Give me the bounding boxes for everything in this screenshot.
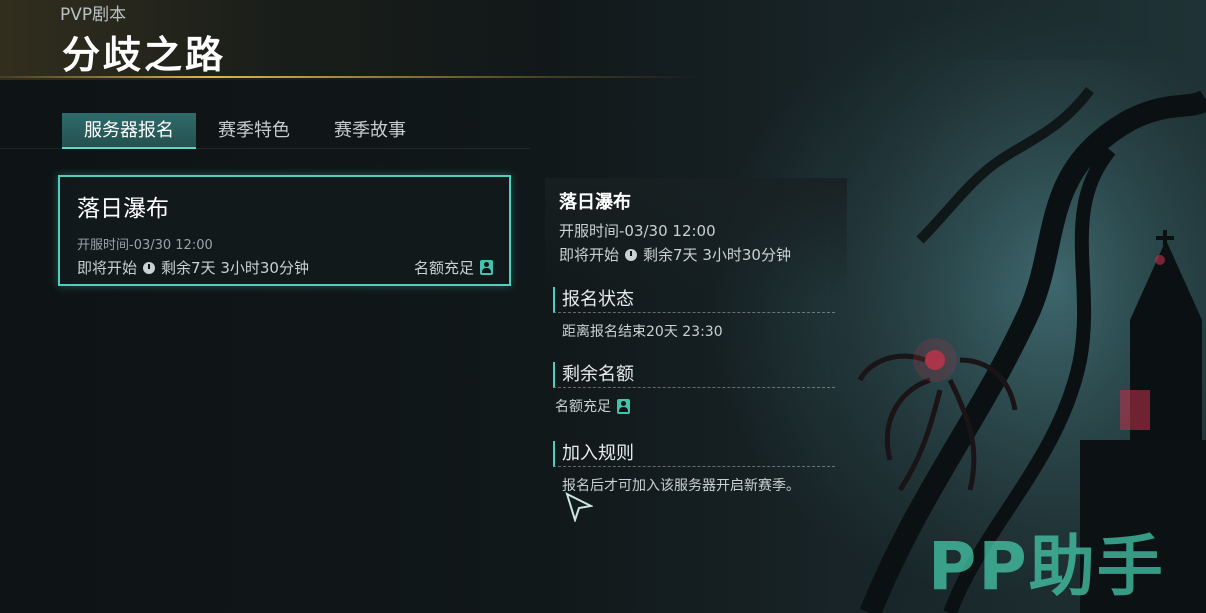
join-rules-text: 报名后才可加入该服务器开启新赛季。 bbox=[562, 478, 800, 494]
detail-status-label: 即将开始 bbox=[559, 246, 620, 264]
server-status: 即将开始 剩余7天 3小时30分钟 bbox=[77, 257, 309, 278]
detail-open-time: 开服时间-03/30 12:00 bbox=[559, 222, 716, 240]
clock-icon bbox=[625, 248, 638, 261]
watermark-logo: PP助手 bbox=[928, 528, 1165, 605]
person-icon bbox=[617, 398, 630, 414]
page-title: 分歧之路 bbox=[62, 33, 227, 77]
pointer-cursor-icon bbox=[565, 492, 593, 522]
server-name: 落日瀑布 bbox=[77, 196, 169, 222]
signup-status-section: 报名状态 距离报名结束20天 23:30 bbox=[553, 287, 835, 341]
tab-server-signup[interactable]: 服务器报名 bbox=[62, 113, 196, 149]
server-quota: 名额充足 bbox=[414, 257, 493, 278]
tab-bar: 服务器报名 赛季特色 赛季故事 bbox=[62, 113, 428, 149]
mode-label: PVP剧本 bbox=[60, 5, 127, 25]
remaining-time: 剩余7天 3小时30分钟 bbox=[161, 259, 309, 277]
quota-status: 名额充足 bbox=[553, 396, 835, 416]
server-card[interactable]: 落日瀑布 开服时间-03/30 12:00 即将开始 剩余7天 3小时30分钟 … bbox=[58, 175, 511, 286]
section-title: 加入规则 bbox=[553, 441, 835, 467]
join-rules-section: 加入规则 报名后才可加入该服务器开启新赛季。 bbox=[553, 441, 835, 495]
detail-server-name: 落日瀑布 bbox=[559, 192, 631, 213]
clock-icon bbox=[143, 261, 156, 274]
detail-status: 即将开始 剩余7天 3小时30分钟 bbox=[559, 244, 791, 265]
detail-remaining-time: 剩余7天 3小时30分钟 bbox=[643, 246, 791, 264]
server-open-time: 开服时间-03/30 12:00 bbox=[77, 238, 213, 253]
quota-text: 名额充足 bbox=[555, 399, 611, 415]
tab-season-story[interactable]: 赛季故事 bbox=[312, 113, 428, 149]
tab-season-features[interactable]: 赛季特色 bbox=[196, 113, 312, 149]
section-title: 报名状态 bbox=[553, 287, 835, 313]
remaining-quota-section: 剩余名额 名额充足 bbox=[553, 362, 835, 416]
quota-label: 名额充足 bbox=[413, 259, 474, 277]
tabs-divider bbox=[0, 148, 530, 149]
person-icon bbox=[480, 260, 493, 275]
status-label: 即将开始 bbox=[77, 259, 138, 277]
section-title: 剩余名额 bbox=[553, 362, 835, 388]
signup-deadline: 距离报名结束20天 23:30 bbox=[562, 324, 723, 340]
